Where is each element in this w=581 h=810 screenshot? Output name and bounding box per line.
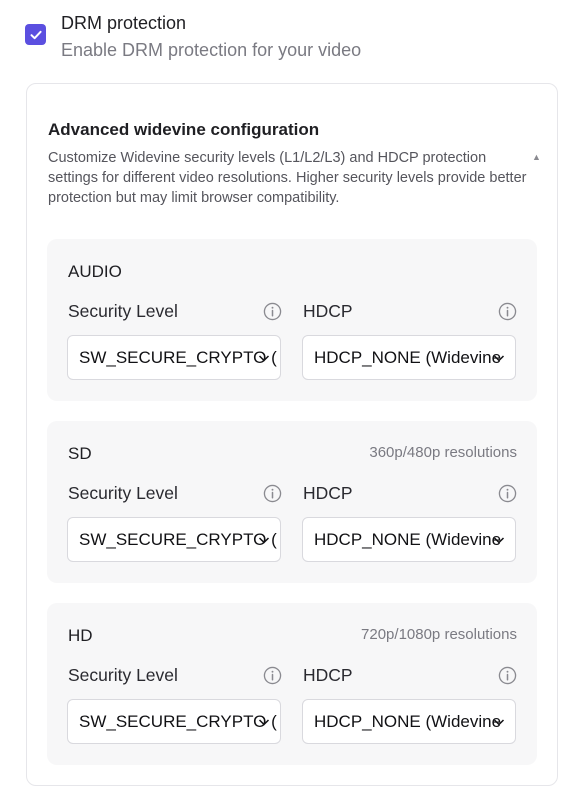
info-icon[interactable] xyxy=(498,484,517,503)
drm-protection-title: DRM protection xyxy=(61,13,187,33)
security-level-label: Security Level xyxy=(68,665,178,685)
security-level-value: SW_SECURE_CRYPTO ( xyxy=(79,712,277,731)
security-level-select[interactable]: SW_SECURE_CRYPTO ( xyxy=(67,335,281,380)
hdcp-label: HDCP xyxy=(303,301,353,321)
hdcp-label: HDCP xyxy=(303,665,353,685)
info-icon[interactable] xyxy=(263,484,282,503)
section-sd: SD 360p/480p resolutions Security Level … xyxy=(47,421,537,583)
security-level-label: Security Level xyxy=(68,483,178,503)
drm-protection-header: DRM protection Enable DRM protection for… xyxy=(25,12,565,64)
section-hd: HD 720p/1080p resolutions Security Level… xyxy=(47,603,537,765)
chevron-down-icon xyxy=(493,719,505,726)
hdcp-value: HDCP_NONE (Widevine xyxy=(314,712,502,731)
section-audio: AUDIO Security Level HDCP SW_SECURE_CRYP… xyxy=(47,239,537,401)
section-resolution-note: 360p/480p resolutions xyxy=(369,444,517,461)
info-icon[interactable] xyxy=(263,302,282,321)
scroll-up-icon[interactable]: ▲ xyxy=(532,152,541,162)
section-resolution-note: 720p/1080p resolutions xyxy=(361,626,517,643)
security-level-select[interactable]: SW_SECURE_CRYPTO ( xyxy=(67,517,281,562)
chevron-down-icon xyxy=(258,355,270,362)
chevron-down-icon xyxy=(493,355,505,362)
widevine-config-card: Advanced widevine configuration Customiz… xyxy=(26,83,558,786)
section-title: AUDIO xyxy=(68,262,122,281)
info-icon[interactable] xyxy=(498,666,517,685)
security-level-value: SW_SECURE_CRYPTO ( xyxy=(79,530,277,549)
hdcp-select[interactable]: HDCP_NONE (Widevine xyxy=(302,335,516,380)
section-title: HD xyxy=(68,626,93,645)
chevron-down-icon xyxy=(493,537,505,544)
config-title: Advanced widevine configuration xyxy=(48,120,320,139)
hdcp-value: HDCP_NONE (Widevine xyxy=(314,348,502,367)
drm-protection-description: Enable DRM protection for your video xyxy=(61,40,362,60)
chevron-down-icon xyxy=(258,537,270,544)
section-title: SD xyxy=(68,444,92,463)
hdcp-select[interactable]: HDCP_NONE (Widevine xyxy=(302,699,516,744)
info-icon[interactable] xyxy=(498,302,517,321)
hdcp-value: HDCP_NONE (Widevine xyxy=(314,530,502,549)
security-level-select[interactable]: SW_SECURE_CRYPTO ( xyxy=(67,699,281,744)
security-level-value: SW_SECURE_CRYPTO ( xyxy=(79,348,277,367)
config-description: Customize Widevine security levels (L1/L… xyxy=(48,150,527,206)
chevron-down-icon xyxy=(258,719,270,726)
drm-protection-checkbox[interactable] xyxy=(25,24,46,45)
info-icon[interactable] xyxy=(263,666,282,685)
hdcp-label: HDCP xyxy=(303,483,353,503)
security-level-label: Security Level xyxy=(68,301,178,321)
check-icon xyxy=(30,30,42,39)
hdcp-select[interactable]: HDCP_NONE (Widevine xyxy=(302,517,516,562)
